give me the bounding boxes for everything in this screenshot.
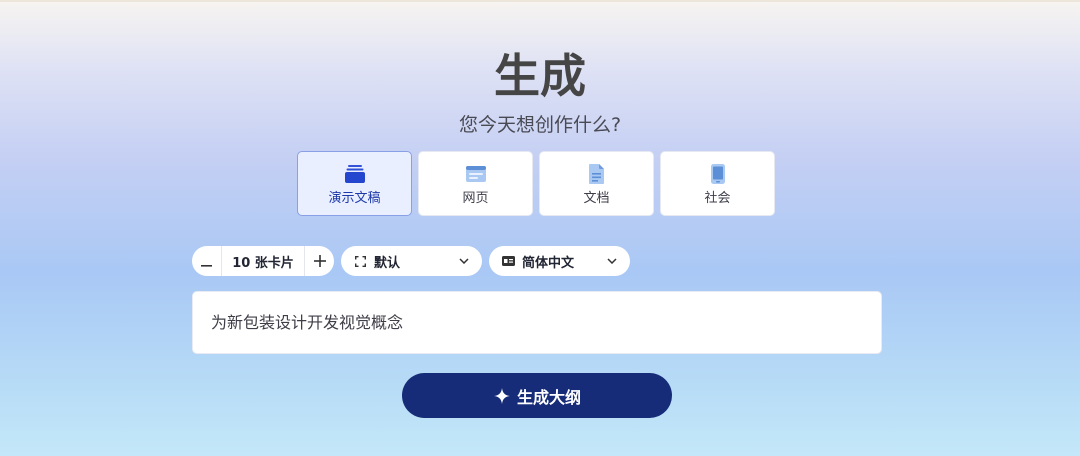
chevron-down-icon (458, 255, 470, 267)
prompt-box (192, 291, 882, 354)
webpage-icon (465, 163, 487, 185)
chevron-down-icon (606, 255, 618, 267)
decrement-button[interactable] (192, 246, 221, 276)
increment-button[interactable] (305, 246, 334, 276)
plus-icon (313, 251, 326, 272)
minus-icon (201, 251, 212, 272)
tab-webpage[interactable]: 网页 (418, 151, 533, 216)
theme-select[interactable]: 默认 (341, 246, 482, 276)
generate-label: 生成大纲 (516, 387, 581, 407)
card-count-stepper: 10 张卡片 (192, 246, 334, 276)
page-subtitle: 您今天想创作什么? (458, 114, 622, 136)
prompt-input[interactable] (193, 292, 881, 353)
theme-value: 默认 (374, 255, 401, 271)
tab-social[interactable]: 社会 (660, 151, 775, 216)
sparkle-icon (493, 387, 511, 405)
tab-document[interactable]: 文档 (539, 151, 654, 216)
mode-tabs: 演示文稿 网页 文档 社会 (297, 151, 775, 216)
tab-presentation[interactable]: 演示文稿 (297, 151, 412, 216)
card-count-value: 10 张卡片 (232, 255, 294, 271)
document-icon (586, 163, 608, 185)
tab-label: 文档 (583, 191, 610, 206)
generate-outline-button[interactable]: 生成大纲 (402, 373, 672, 418)
page-title: 生成 (494, 49, 586, 103)
tab-label: 演示文稿 (328, 191, 381, 206)
social-phone-icon (707, 163, 729, 185)
tab-label: 社会 (704, 191, 731, 206)
presentation-stack-icon (344, 163, 366, 185)
language-icon (501, 254, 515, 268)
language-select[interactable]: 简体中文 (489, 246, 630, 276)
top-border (0, 0, 1080, 2)
aspect-ratio-icon (353, 254, 367, 268)
tab-label: 网页 (462, 191, 489, 206)
language-value: 简体中文 (522, 255, 575, 271)
